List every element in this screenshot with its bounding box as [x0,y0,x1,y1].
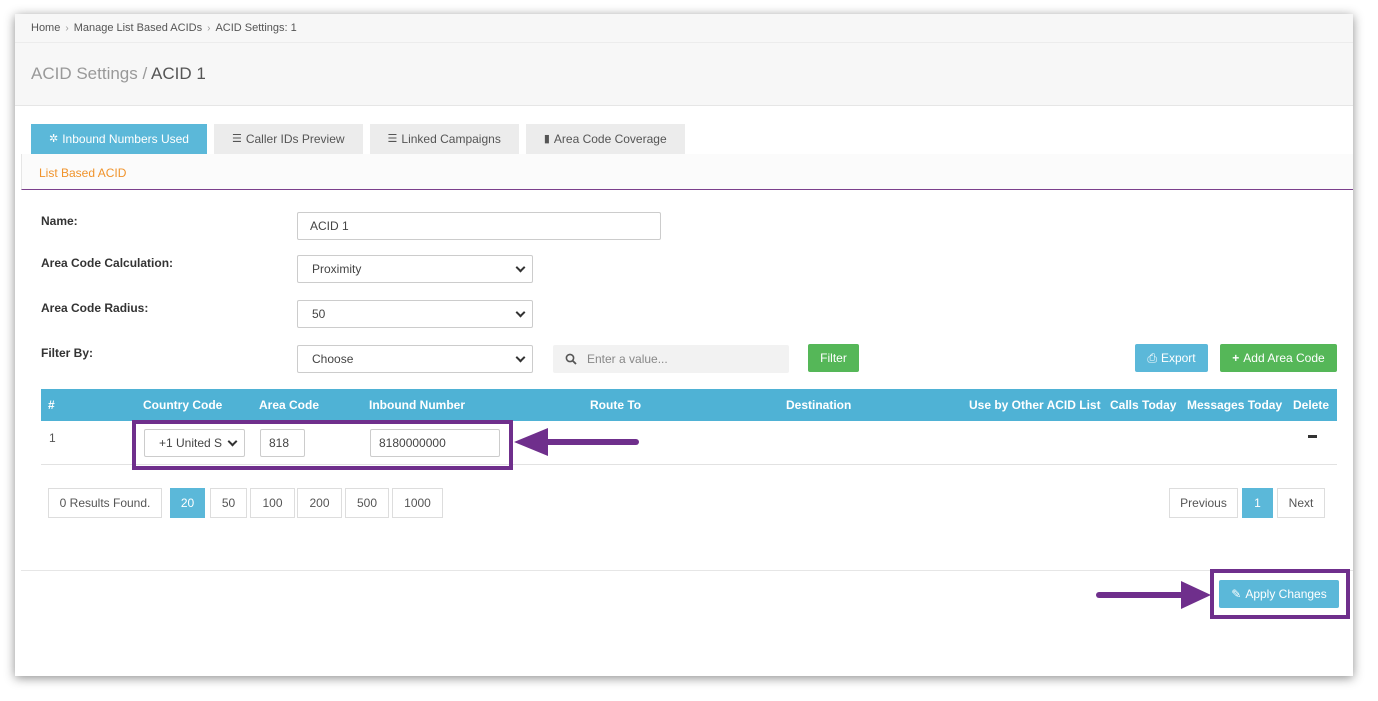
page-size-1000[interactable]: 1000 [392,488,443,518]
name-input[interactable]: ACID 1 [297,212,661,240]
previous-page-button[interactable]: Previous [1169,488,1238,518]
breadcrumb-manage-acids[interactable]: Manage List Based ACIDs [74,22,202,34]
add-area-code-label: Add Area Code [1243,351,1325,365]
apply-changes-label: Apply Changes [1245,587,1327,601]
annotation-arrow-shaft [545,439,639,445]
area-code-radius-label: Area Code Radius: [41,301,149,315]
page-size-50[interactable]: 50 [210,488,247,518]
page-title-prefix: ACID Settings / [31,64,148,83]
page-number: 1 [1254,496,1261,510]
tab-label: Linked Campaigns [401,132,501,146]
section-header [21,154,1353,190]
tab-label: Inbound Numbers Used [62,132,189,146]
page-size-200[interactable]: 200 [297,488,342,518]
delete-minus-icon[interactable] [1308,435,1317,438]
area-code-radius-select[interactable]: 50 [297,300,533,328]
page-1-button[interactable]: 1 [1242,488,1273,518]
area-code-calculation-value: Proximity [312,262,362,276]
breadcrumb-separator-icon: › [65,22,69,34]
row-highlight-box [132,420,513,470]
area-code-calculation-label: Area Code Calculation: [41,256,174,270]
tab-caller-ids-preview[interactable]: ☰ Caller IDs Preview [213,124,363,154]
name-input-value: ACID 1 [310,219,349,233]
print-icon: ⎙ [1147,350,1157,365]
search-input[interactable] [587,352,777,366]
breadcrumb: Home › Manage List Based ACIDs › ACID Se… [31,22,297,34]
breadcrumb-separator-icon: › [207,22,211,34]
export-button-label: Export [1160,351,1196,365]
chevron-down-icon [515,307,526,318]
search-box [553,345,789,373]
page-size-label: 200 [309,496,330,510]
apply-changes-button[interactable]: ✎ Apply Changes [1219,580,1339,608]
list-icon: ☰ [387,133,398,145]
export-button[interactable]: ⎙ Export [1135,344,1208,372]
annotation-arrow-right-icon [1181,581,1211,609]
name-label: Name: [41,214,78,228]
breadcrumb-home[interactable]: Home [31,22,60,34]
area-code-radius-value: 50 [312,307,326,321]
column-header: Messages Today [1187,398,1283,412]
app-window: Home › Manage List Based ACIDs › ACID Se… [15,14,1353,676]
column-header: # [48,398,55,412]
page-size-label: 20 [180,496,195,510]
tab-inbound-numbers-used[interactable]: ✲ Inbound Numbers Used [31,124,207,154]
tab-label: Caller IDs Preview [245,132,345,146]
row-index: 1 [49,431,56,445]
results-count-text: 0 Results Found. [59,496,151,510]
file-icon: ▮ [543,133,550,145]
page-size-100[interactable]: 100 [250,488,295,518]
edit-icon: ✎ [1231,587,1242,601]
filter-by-select[interactable]: Choose [297,345,533,373]
area-code-calculation-select[interactable]: Proximity [297,255,533,283]
divider [15,42,1353,43]
filter-by-value: Choose [312,352,354,366]
tab-label: Area Code Coverage [553,132,667,146]
previous-label: Previous [1180,496,1227,510]
breadcrumb-current: ACID Settings: 1 [215,22,297,34]
page-size-label: 50 [221,496,236,510]
chevron-down-icon [515,352,526,363]
page-size-label: 1000 [404,496,431,510]
page-size-20[interactable]: 20 [170,488,205,518]
column-header: Calls Today [1110,398,1177,412]
annotation-arrow-left-icon [514,428,548,456]
column-header: Use by Other ACID List [969,398,1101,412]
filter-by-label: Filter By: [41,346,94,360]
column-header: Country Code [143,398,223,412]
column-header: Delete [1293,398,1330,412]
page-title-name: ACID 1 [151,64,206,83]
filter-button-label: Filter [820,351,847,365]
chevron-down-icon [515,262,526,273]
page-size-500[interactable]: 500 [345,488,389,518]
page-title: ACID Settings / ACID 1 [31,64,206,84]
next-page-button[interactable]: Next [1277,488,1325,518]
list-icon: ☰ [231,133,242,145]
plus-icon: + [1232,351,1240,365]
table-header: # Country Code Area Code Inbound Number … [41,389,1337,421]
gear-icon: ✲ [49,133,59,145]
search-icon [565,353,577,365]
column-header: Destination [786,398,852,412]
page-size-label: 100 [262,496,283,510]
tab-area-code-coverage[interactable]: ▮ Area Code Coverage [525,124,685,154]
tab-linked-campaigns[interactable]: ☰ Linked Campaigns [369,124,519,154]
column-header: Route To [590,398,642,412]
next-label: Next [1288,496,1314,510]
annotation-arrow-shaft [1096,592,1186,598]
filter-button[interactable]: Filter [808,344,859,372]
column-header: Area Code [259,398,320,412]
divider [21,570,1353,571]
results-count: 0 Results Found. [48,488,162,518]
page-size-label: 500 [356,496,378,510]
column-header: Inbound Number [369,398,465,412]
add-area-code-button[interactable]: + Add Area Code [1220,344,1337,372]
section-title: List Based ACID [39,166,127,180]
tab-bar: ✲ Inbound Numbers Used ☰ Caller IDs Prev… [31,124,692,154]
